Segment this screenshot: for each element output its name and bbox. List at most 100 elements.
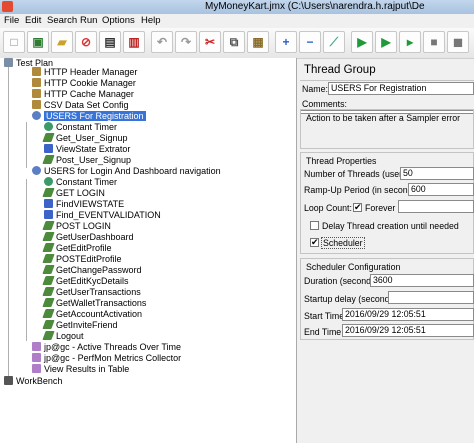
tree-node-get-invite-friend[interactable]: GetInviteFriend [42,320,118,331]
name-field[interactable]: USERS For Registration [328,82,474,95]
undo-icon[interactable]: ↶ [151,31,173,53]
rampup-field[interactable]: 600 [408,183,474,196]
window-title: MyMoneyKart.jmx (C:\Users\narendra.h.raj… [205,1,425,12]
forever-checkbox[interactable]: ✔ [353,203,362,212]
tree-node-post-edit-profile[interactable]: POSTEditProfile [42,254,122,265]
tree-node-get-account-activation[interactable]: GetAccountActivation [42,309,142,320]
post-processor-icon [44,210,53,219]
tree-node-get-user-signup[interactable]: Get_User_Signup [42,133,128,144]
tree-node-get-user-dashboard[interactable]: GetUserDashboard [42,232,134,243]
sampler-icon [42,221,55,230]
paste-icon[interactable]: ▦ [247,31,269,53]
tree-node-active-threads-over-time[interactable]: jp@gc - Active Threads Over Time [32,342,181,353]
duration-field[interactable]: 3600 [370,274,474,287]
loop-count-label: Loop Count: [304,203,352,213]
tree-node-users-for-login[interactable]: USERS for Login And Dashboard navigation [32,166,221,177]
copy-icon[interactable]: ⧉ [223,31,245,53]
tree-node-http-header-manager[interactable]: HTTP Header Manager [32,67,137,78]
end-time-label: End Time [304,327,342,337]
post-processor-icon [44,199,53,208]
delay-thread-checkbox[interactable] [310,221,319,230]
tree-node-perfmon-metrics-collector[interactable]: jp@gc - PerfMon Metrics Collector [32,353,181,364]
menu-file[interactable]: File [4,15,19,26]
tree-node-view-results-in-table[interactable]: View Results in Table [32,364,129,375]
config-element-icon [32,78,41,87]
post-processor-icon [44,144,53,153]
tree-node-get-login[interactable]: GET LOGIN [42,188,105,199]
sampler-icon [42,309,55,318]
tree-node-find-viewstate[interactable]: FindVIEWSTATE [44,199,124,210]
menu-run[interactable]: Run [80,15,97,26]
tree-node-post-user-signup[interactable]: Post_User_Signup [42,155,131,166]
sampler-icon [42,276,55,285]
redo-icon[interactable]: ↷ [175,31,197,53]
sampler-icon [42,254,55,263]
title-bar: MyMoneyKart.jmx (C:\Users\narendra.h.raj… [0,0,474,14]
scheduler-checkbox[interactable]: ✔ [310,238,319,247]
thread-group-icon [32,111,41,120]
sampler-icon [42,287,55,296]
shutdown-icon[interactable]: ◼ [447,31,469,53]
menu-search[interactable]: Search [47,15,77,26]
delay-thread-label: Delay Thread creation until needed [322,221,459,231]
startup-delay-field[interactable] [388,291,474,304]
listener-icon [32,364,41,373]
close-icon[interactable]: ⊘ [75,31,97,53]
stop-icon[interactable]: ■ [423,31,445,53]
listener-icon [32,353,41,362]
sampler-icon [42,155,55,164]
test-plan-tree[interactable]: Test Plan HTTP Header Manager HTTP Cooki… [0,58,297,443]
tree-node-users-for-registration[interactable]: USERS For Registration [32,111,146,122]
toggle-icon[interactable]: ⟋ [323,31,345,53]
menu-help[interactable]: Help [141,15,161,26]
startup-delay-label: Startup delay (seconds) [304,294,397,304]
tree-node-find-eventvalidation[interactable]: Find_EVENTVALIDATION [44,210,161,221]
menu-edit[interactable]: Edit [25,15,41,26]
tree-node-http-cache-manager[interactable]: HTTP Cache Manager [32,89,134,100]
tree-node-viewstate-extrator[interactable]: ViewState Extrator [44,144,130,155]
start-no-pause-icon[interactable]: ▶ [375,31,397,53]
tree-node-get-edit-profile[interactable]: GetEditProfile [42,243,112,254]
threads-label: Number of Threads (users): [304,169,412,179]
tree-node-csv-data-set-config[interactable]: CSV Data Set Config [32,100,129,111]
menu-options[interactable]: Options [102,15,135,26]
tree-node-logout[interactable]: Logout [42,331,84,342]
sampler-icon [42,243,55,252]
tree-node-constant-timer[interactable]: Constant Timer [44,122,117,133]
rampup-label: Ramp-Up Period (in seconds): [304,185,423,195]
tree-node-get-user-transactions[interactable]: GetUserTransactions [42,287,141,298]
start-icon[interactable]: ▶ [351,31,373,53]
start-remote-icon[interactable]: ▸ [399,31,421,53]
expand-icon[interactable]: + [275,31,297,53]
thread-group-icon [32,166,41,175]
toolbar: □ ▣ ▰ ⊘ ▤ ▥ ↶ ↷ ✂ ⧉ ▦ + − ⟋ ▶ ▶ ▸ ■ ◼ [0,28,474,59]
sampler-icon [42,331,55,340]
save-icon[interactable]: ▤ [99,31,121,53]
tree-node-get-change-password[interactable]: GetChangePassword [42,265,142,276]
tree-node-post-login[interactable]: POST LOGIN [42,221,111,232]
cut-icon[interactable]: ✂ [199,31,221,53]
sampler-icon [42,133,55,142]
test-plan-icon [4,58,13,67]
new-icon[interactable]: □ [3,31,25,53]
tree-node-get-edit-kyc-details[interactable]: GetEditKycDetails [42,276,129,287]
tree-node-workbench[interactable]: WorkBench [4,376,62,387]
loop-count-field[interactable] [398,200,474,213]
tree-node-constant-timer-2[interactable]: Constant Timer [44,177,117,188]
sampler-icon [42,188,55,197]
tree-node-http-cookie-manager[interactable]: HTTP Cookie Manager [32,78,136,89]
templates-icon[interactable]: ▣ [27,31,49,53]
listener-icon [32,342,41,351]
name-label: Name: [302,84,328,94]
collapse-icon[interactable]: − [299,31,321,53]
end-time-field[interactable]: 2016/09/29 12:05:51 [342,324,474,337]
tree-node-get-wallet-transactions[interactable]: GetWalletTransactions [42,298,146,309]
start-time-label: Start Time [304,311,345,321]
app-icon [2,1,13,12]
scheduler-config-label: Scheduler Configuration [306,262,401,272]
open-icon[interactable]: ▰ [51,31,73,53]
threads-field[interactable]: 50 [400,167,474,180]
start-time-field[interactable]: 2016/09/29 12:05:51 [342,308,474,321]
save-as-icon[interactable]: ▥ [123,31,145,53]
sampler-icon [42,265,55,274]
